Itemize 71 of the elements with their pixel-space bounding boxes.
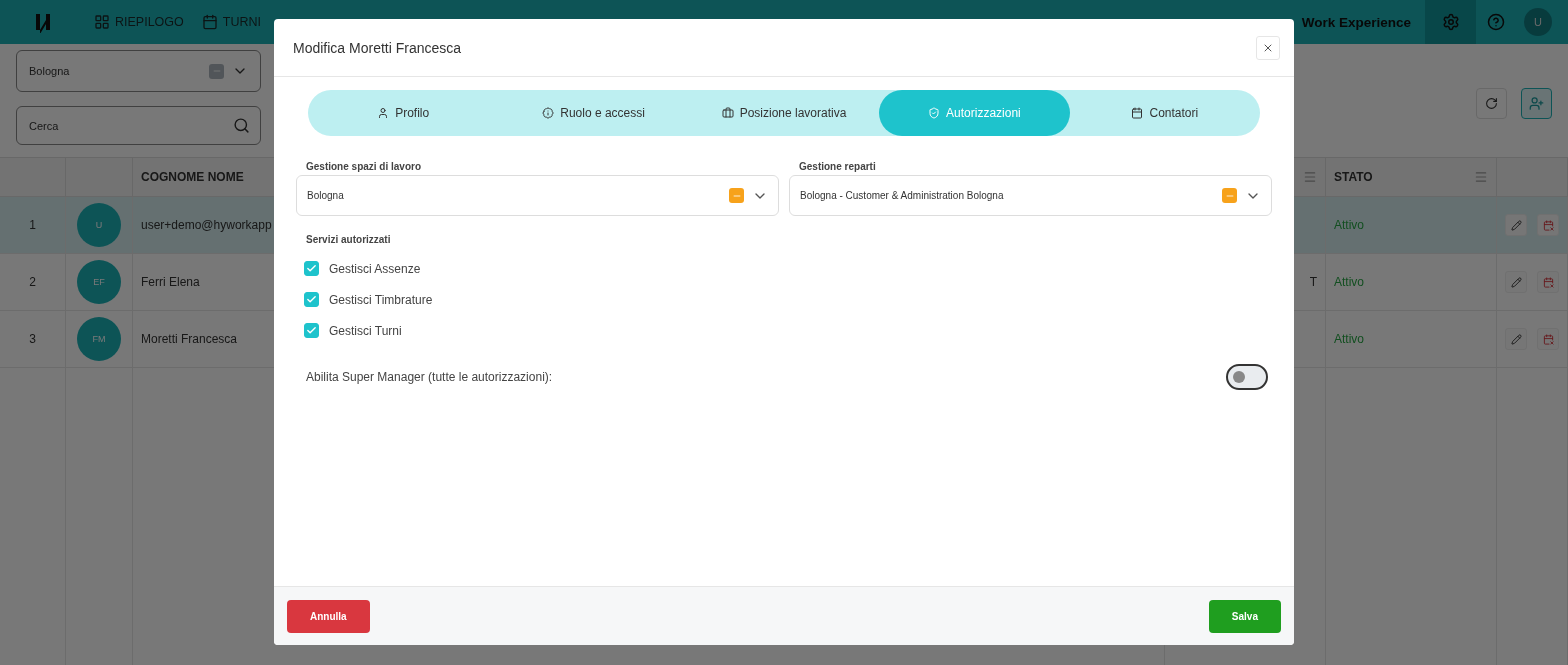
tab[interactable]: Profilo: [308, 90, 499, 136]
briefcase-icon: [721, 107, 734, 119]
check-icon: [306, 263, 317, 274]
user-icon: [377, 107, 390, 119]
status-cell: Attivo: [1326, 254, 1497, 311]
indeterminate-icon: [1222, 188, 1237, 203]
pencil-icon: [1510, 333, 1522, 345]
help-icon: [1487, 13, 1505, 31]
edit-button[interactable]: [1505, 328, 1527, 350]
app-title: Work Experience: [1301, 14, 1411, 30]
add-user-button[interactable]: [1521, 88, 1552, 119]
edit-button[interactable]: [1505, 271, 1527, 293]
row-index: 1: [0, 197, 66, 254]
delete-button[interactable]: [1537, 214, 1559, 236]
select-field[interactable]: Bologna: [296, 175, 779, 216]
calendar-icon: [1542, 276, 1554, 288]
field-label: Gestione reparti: [798, 161, 877, 172]
edit-button[interactable]: [1505, 214, 1527, 236]
user-plus-icon: [1529, 96, 1544, 111]
calendar-icon: [1542, 333, 1554, 345]
delete-button[interactable]: [1537, 271, 1559, 293]
checkbox-label: Gestisci Assenze: [329, 261, 421, 276]
calendar-icon: [1131, 107, 1144, 119]
settings-button[interactable]: [1425, 0, 1476, 44]
checkbox[interactable]: [304, 292, 319, 307]
tab[interactable]: Ruolo e accessi: [498, 90, 689, 136]
refresh-icon: [1485, 97, 1498, 110]
column-menu-icon[interactable]: [1303, 170, 1317, 184]
close-button[interactable]: [1256, 35, 1280, 60]
pencil-icon: [1510, 219, 1522, 231]
checkbox-label: Gestisci Turni: [329, 323, 402, 338]
pencil-icon: [1510, 276, 1522, 288]
user-avatar: U: [77, 203, 121, 247]
row-index: 3: [0, 311, 66, 368]
indeterminate-icon: [729, 188, 744, 203]
check-icon: [306, 325, 317, 336]
toggle-switch[interactable]: [1226, 364, 1268, 390]
grid-icon: [94, 14, 110, 30]
column-header: STATO: [1334, 170, 1373, 184]
indeterminate-icon: [209, 63, 224, 79]
dialog-title: Modifica Moretti Francesca: [293, 39, 462, 56]
shield-icon: [928, 107, 941, 119]
toggle-label: Abilita Super Manager (tutte le autorizzazioni):: [305, 370, 553, 384]
select-field[interactable]: Bologna - Customer & Administration Bologna: [789, 175, 1272, 216]
settings-icon: [1441, 13, 1460, 31]
search-input[interactable]: Cerca: [27, 118, 233, 133]
refresh-button[interactable]: [1476, 88, 1507, 119]
calendar-icon: [201, 14, 218, 30]
tab[interactable]: Contatori: [1069, 90, 1261, 136]
search-field[interactable]: Cerca: [16, 106, 261, 145]
save-button[interactable]: Salva: [1208, 599, 1281, 633]
user-avatar: FM: [77, 317, 121, 361]
status-cell: Attivo: [1326, 311, 1497, 368]
table-cell: T: [1309, 275, 1317, 289]
user-avatar: EF: [77, 260, 121, 304]
checkbox[interactable]: [304, 323, 319, 338]
checkbox-label: Gestisci Timbrature: [329, 292, 433, 307]
badge-icon: [542, 107, 555, 119]
section-label: Servizi autorizzati: [305, 234, 392, 245]
location-select[interactable]: Bologna: [16, 50, 261, 92]
tab[interactable]: Posizione lavorativa: [688, 90, 880, 136]
search-icon: [233, 117, 250, 134]
row-index: 2: [0, 254, 66, 311]
cancel-button[interactable]: Annulla: [287, 599, 370, 633]
calendar-icon: [1542, 219, 1554, 231]
check-icon: [306, 294, 317, 305]
status-cell: Attivo: [1326, 197, 1497, 254]
checkbox[interactable]: [304, 261, 319, 276]
delete-button[interactable]: [1537, 328, 1559, 350]
column-menu-icon[interactable]: [1474, 170, 1488, 184]
field-label: Gestione spazi di lavoro: [305, 161, 423, 172]
